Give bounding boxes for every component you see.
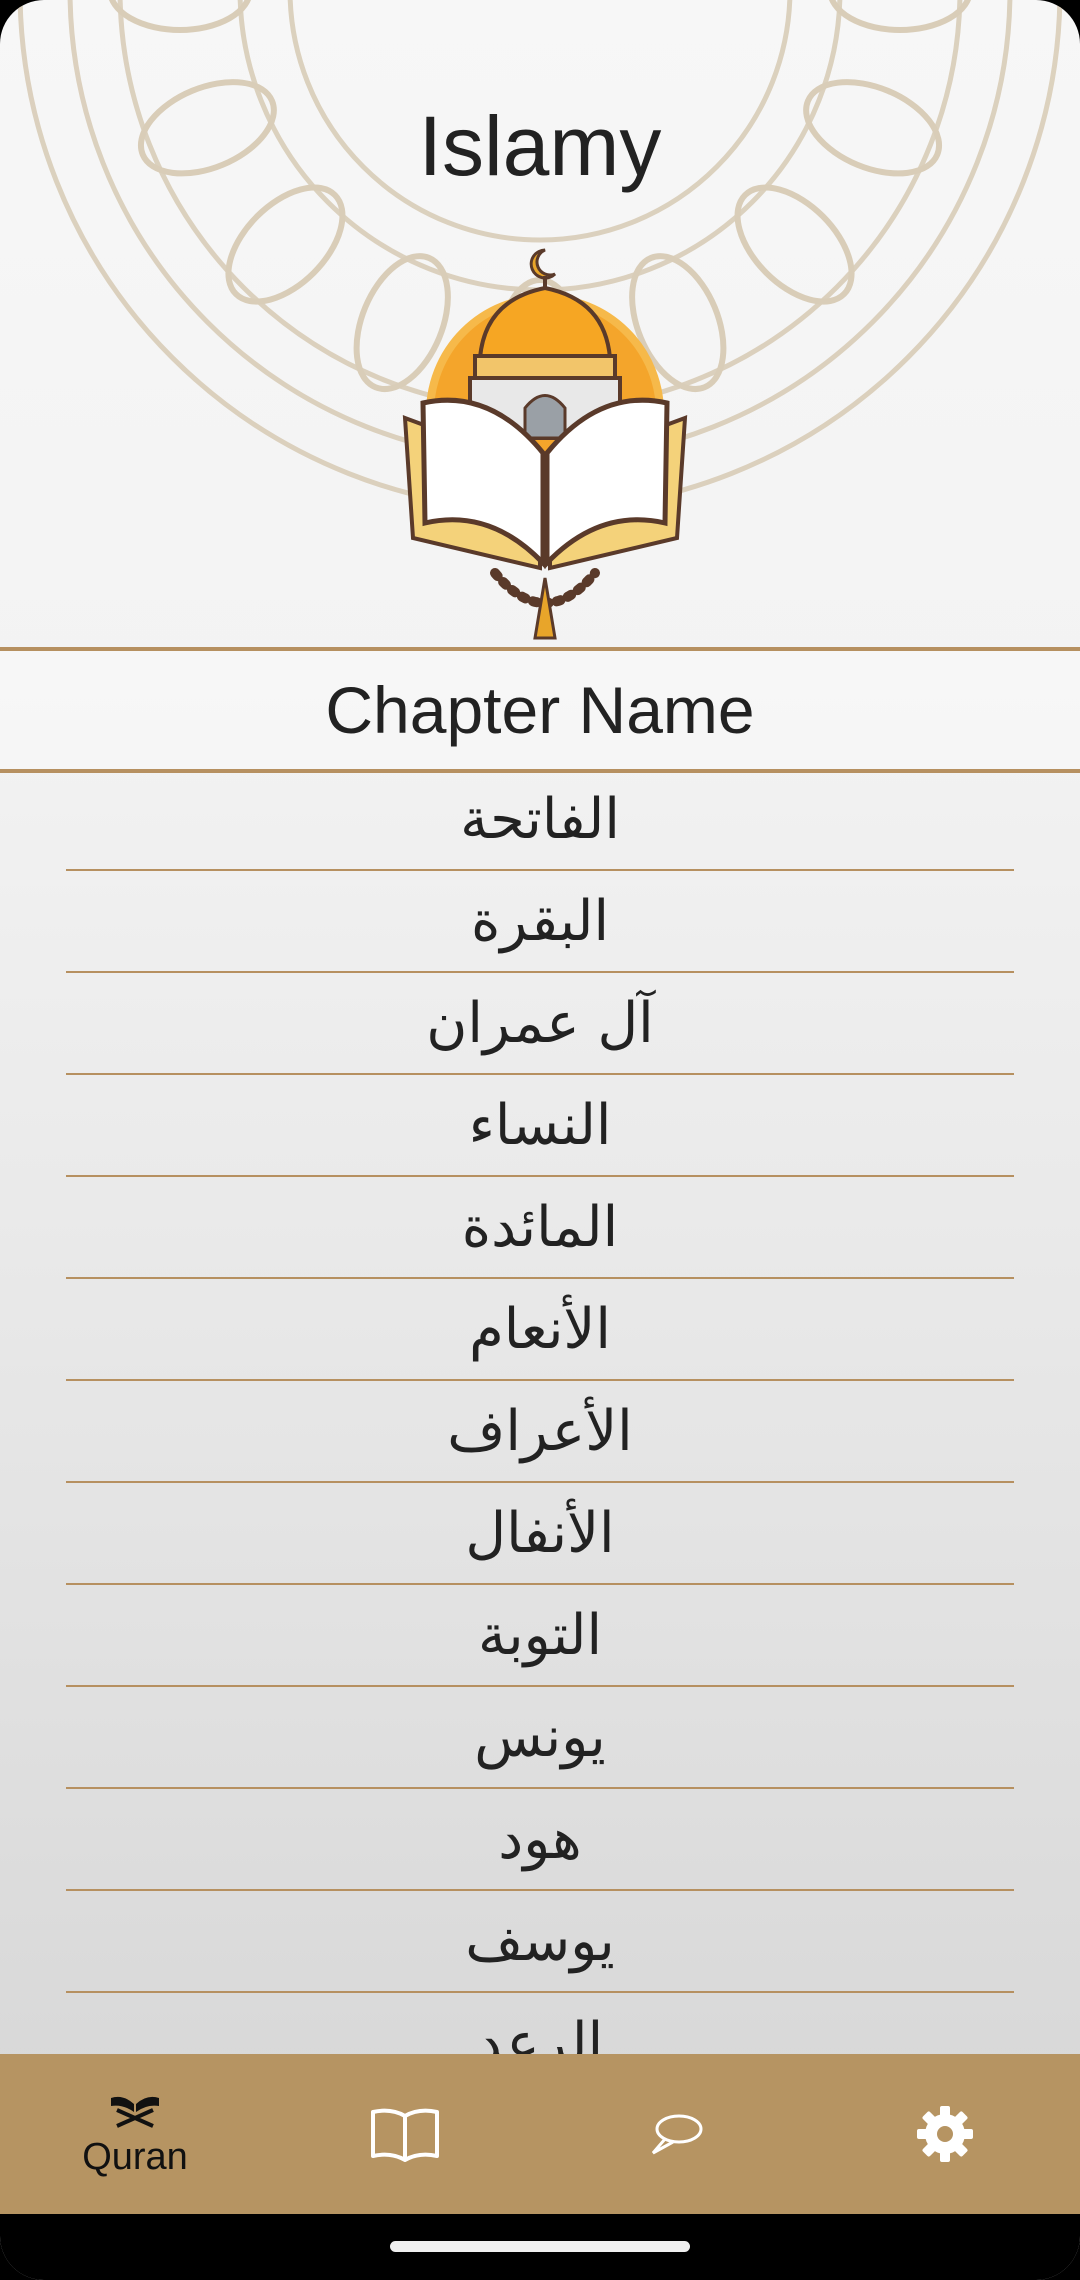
status-bar — [0, 0, 1080, 72]
chapter-row[interactable]: يوسف — [66, 1891, 1014, 1993]
chapter-name: الأنفال — [465, 1500, 615, 1566]
chapter-row[interactable]: الأعراف — [66, 1381, 1014, 1483]
chapter-header-label: Chapter Name — [325, 673, 755, 747]
chapter-name: آل عمران — [426, 990, 654, 1056]
chapter-row[interactable]: يونس — [66, 1687, 1014, 1789]
chapter-row[interactable]: النساء — [66, 1075, 1014, 1177]
app-screen: Islamy Chapter Name الفاتحة البقرة آل عم… — [0, 0, 1080, 2280]
chapter-row[interactable]: التوبة — [66, 1585, 1014, 1687]
chapter-row[interactable]: الفاتحة — [66, 769, 1014, 871]
chapter-row[interactable]: المائدة — [66, 1177, 1014, 1279]
nav-tab-chat[interactable] — [540, 2054, 810, 2214]
nav-tab-quran[interactable]: Quran — [0, 2054, 270, 2214]
nav-tab-settings[interactable] — [810, 2054, 1080, 2214]
chapter-name: هود — [498, 1806, 582, 1872]
chapter-row[interactable]: البقرة — [66, 871, 1014, 973]
chapter-row[interactable]: الرعد — [66, 1993, 1014, 2055]
app-title: Islamy — [418, 99, 662, 193]
chapter-name: يوسف — [465, 1908, 615, 1974]
chapter-name: الرعد — [476, 2010, 604, 2055]
chapter-header: Chapter Name — [0, 647, 1080, 773]
chapter-name: الفاتحة — [460, 786, 620, 852]
app-logo — [402, 248, 688, 640]
chapter-name: البقرة — [470, 888, 610, 954]
chapter-name: المائدة — [461, 1194, 619, 1260]
chapter-row[interactable]: الأنعام — [66, 1279, 1014, 1381]
nav-tab-book[interactable] — [270, 2054, 540, 2214]
chapter-list[interactable]: الفاتحة البقرة آل عمران النساء المائدة ا… — [0, 769, 1080, 2054]
bottom-navigation: Quran — [0, 2054, 1080, 2214]
home-indicator[interactable] — [390, 2241, 690, 2252]
chapter-name: الأنعام — [469, 1296, 611, 1362]
chat-bubble-icon — [651, 2114, 703, 2155]
chapter-name: التوبة — [477, 1602, 603, 1668]
chapter-name: الأعراف — [447, 1398, 633, 1464]
chapter-name: النساء — [468, 1092, 612, 1158]
chapter-row[interactable]: هود — [66, 1789, 1014, 1891]
chapter-row[interactable]: الأنفال — [66, 1483, 1014, 1585]
chapter-row[interactable]: آل عمران — [66, 973, 1014, 1075]
chapter-name: يونس — [474, 1704, 606, 1770]
book-icon — [371, 2108, 439, 2162]
settings-icon — [917, 2106, 973, 2162]
quran-icon — [111, 2096, 159, 2128]
nav-tab-quran-label: Quran — [82, 2135, 188, 2178]
